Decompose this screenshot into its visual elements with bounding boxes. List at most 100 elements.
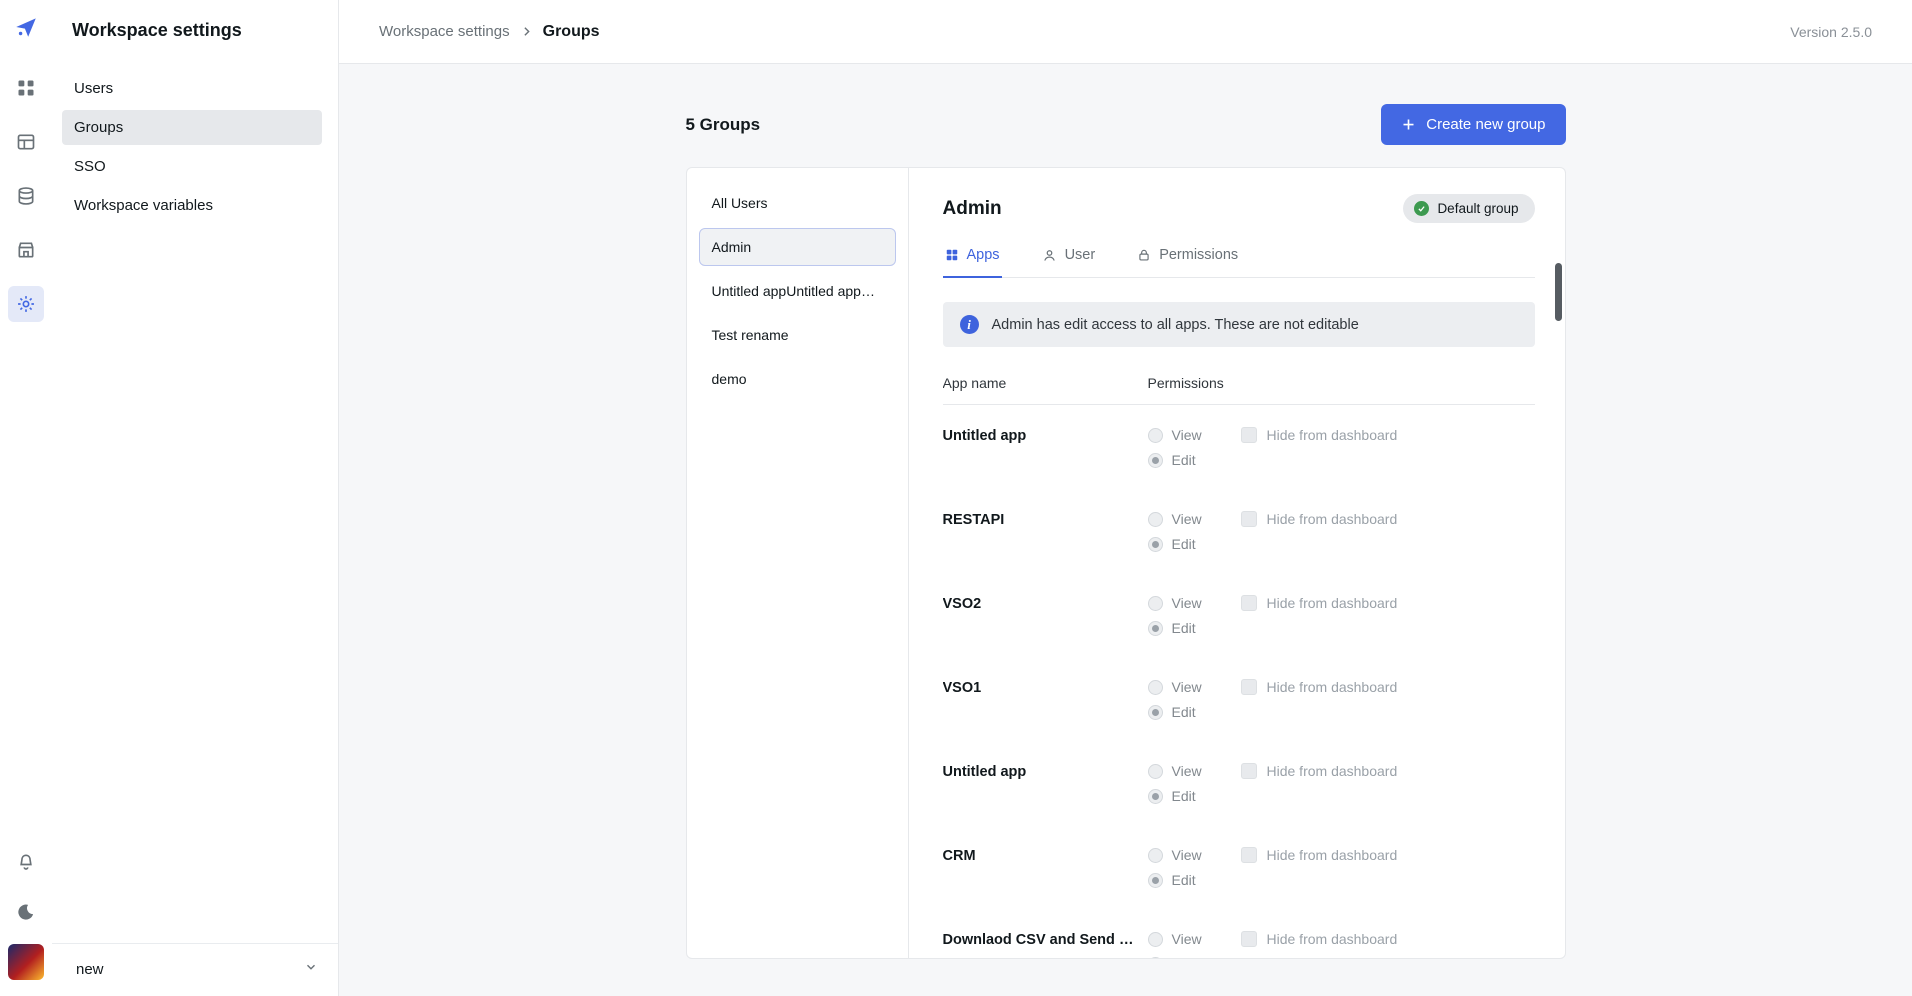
- workspace-name: new: [76, 961, 104, 978]
- view-radio[interactable]: [1148, 680, 1163, 695]
- group-list-item[interactable]: All Users: [699, 184, 896, 222]
- app-name: VSO1: [943, 679, 1148, 696]
- scrollbar-thumb[interactable]: [1555, 263, 1562, 321]
- view-radio[interactable]: [1148, 596, 1163, 611]
- group-list: All Users Admin Untitled appUntitled app…: [687, 168, 909, 958]
- hide-from-dashboard-label: Hide from dashboard: [1267, 595, 1398, 611]
- tab-apps-label: Apps: [967, 247, 1000, 263]
- column-permissions: Permissions: [1148, 375, 1224, 391]
- edit-radio[interactable]: [1148, 453, 1163, 468]
- edit-radio[interactable]: [1148, 957, 1163, 959]
- edit-label: Edit: [1172, 536, 1196, 552]
- group-list-item[interactable]: demo: [699, 360, 896, 398]
- user-avatar[interactable]: [8, 944, 44, 980]
- permissions-cell: View Hide from dashboard: [1148, 595, 1398, 636]
- column-app-name: App name: [943, 375, 1148, 391]
- view-label: View: [1172, 679, 1202, 695]
- version-label: Version 2.5.0: [1790, 24, 1872, 40]
- view-radio[interactable]: [1148, 764, 1163, 779]
- create-group-button[interactable]: Create new group: [1381, 104, 1565, 145]
- group-list-item[interactable]: Test rename: [699, 316, 896, 354]
- tab-permissions[interactable]: Permissions: [1135, 239, 1240, 278]
- sidebar-item[interactable]: SSO: [62, 149, 322, 184]
- breadcrumb-parent[interactable]: Workspace settings: [379, 23, 510, 40]
- app-name: VSO2: [943, 595, 1148, 612]
- sidebar-item[interactable]: Groups: [62, 110, 322, 145]
- view-and-hide-line: View Hide from dashboard: [1148, 931, 1398, 947]
- default-group-badge: Default group: [1403, 194, 1534, 223]
- breadcrumb: Workspace settings Groups: [379, 23, 600, 41]
- table-row: VSO2 View: [943, 573, 1535, 657]
- view-label: View: [1172, 931, 1202, 947]
- hide-from-dashboard-label: Hide from dashboard: [1267, 679, 1398, 695]
- sidebar-item-label: Workspace variables: [74, 197, 213, 214]
- edit-line: Edit: [1148, 620, 1398, 636]
- table-row: Untitled app View: [943, 405, 1535, 489]
- default-group-label: Default group: [1437, 201, 1518, 216]
- hide-from-dashboard-checkbox[interactable]: [1241, 847, 1257, 863]
- hide-from-dashboard-label: Hide from dashboard: [1267, 763, 1398, 779]
- hide-from-dashboard-checkbox[interactable]: [1241, 595, 1257, 611]
- settings-gear-icon[interactable]: [8, 286, 44, 322]
- edit-line: Edit: [1148, 536, 1398, 552]
- view-radio[interactable]: [1148, 848, 1163, 863]
- edit-radio[interactable]: [1148, 789, 1163, 804]
- app-name: Untitled app: [943, 427, 1148, 444]
- marketplace-icon[interactable]: [8, 232, 44, 268]
- edit-radio[interactable]: [1148, 873, 1163, 888]
- app-root: Workspace settings Users Groups SSO: [0, 0, 1912, 996]
- edit-label: Edit: [1172, 452, 1196, 468]
- apps-table-header: App name Permissions: [943, 375, 1535, 405]
- hide-from-dashboard-checkbox[interactable]: [1241, 931, 1257, 947]
- view-radio[interactable]: [1148, 512, 1163, 527]
- group-list-item[interactable]: Untitled appUntitled appUntitle…: [699, 272, 896, 310]
- edit-label: Edit: [1172, 704, 1196, 720]
- chevron-right-icon: [520, 25, 533, 38]
- hide-from-dashboard-checkbox[interactable]: [1241, 427, 1257, 443]
- tab-apps[interactable]: Apps: [943, 239, 1002, 278]
- notifications-bell-icon[interactable]: [8, 844, 44, 880]
- hide-from-dashboard-label: Hide from dashboard: [1267, 511, 1398, 527]
- view-label: View: [1172, 595, 1202, 611]
- info-banner: i Admin has edit access to all apps. The…: [943, 302, 1535, 347]
- permissions-cell: View Hide from dashboard: [1148, 511, 1398, 552]
- plus-icon: [1401, 117, 1416, 132]
- sidebar-item[interactable]: Users: [62, 71, 322, 106]
- database-icon[interactable]: [8, 178, 44, 214]
- sidebar-item-label: Users: [74, 80, 113, 97]
- view-and-hide-line: View Hide from dashboard: [1148, 763, 1398, 779]
- apps-tab-icon: [945, 248, 959, 262]
- workspace-switcher[interactable]: new: [52, 943, 338, 996]
- table-row: VSO1 View: [943, 657, 1535, 741]
- edit-radio[interactable]: [1148, 705, 1163, 720]
- view-label: View: [1172, 427, 1202, 443]
- edit-radio[interactable]: [1148, 621, 1163, 636]
- edit-line: Edit: [1148, 872, 1398, 888]
- view-radio[interactable]: [1148, 932, 1163, 947]
- hide-from-dashboard-checkbox[interactable]: [1241, 511, 1257, 527]
- hide-from-dashboard-checkbox[interactable]: [1241, 763, 1257, 779]
- layout-table-icon[interactable]: [8, 124, 44, 160]
- view-radio[interactable]: [1148, 428, 1163, 443]
- hide-from-dashboard-checkbox[interactable]: [1241, 679, 1257, 695]
- sidebar-item-label: Groups: [74, 119, 123, 136]
- edit-radio[interactable]: [1148, 537, 1163, 552]
- group-list-item-label: Test rename: [712, 327, 789, 343]
- settings-sidebar: Workspace settings Users Groups SSO: [52, 0, 338, 996]
- edit-line: Edit: [1148, 956, 1398, 958]
- view-and-hide-line: View Hide from dashboard: [1148, 679, 1398, 695]
- sidebar-item[interactable]: Workspace variables: [62, 188, 322, 223]
- table-row: Untitled app View: [943, 741, 1535, 825]
- icon-rail: [0, 0, 52, 996]
- apps-grid-icon[interactable]: [8, 70, 44, 106]
- app-logo-icon[interactable]: [11, 12, 41, 42]
- app-name: CRM: [943, 847, 1148, 864]
- hide-from-dashboard-label: Hide from dashboard: [1267, 847, 1398, 863]
- group-list-item[interactable]: Admin: [699, 228, 896, 266]
- dark-mode-moon-icon[interactable]: [8, 894, 44, 930]
- green-check-icon: [1414, 201, 1429, 216]
- group-list-item-label: demo: [712, 371, 747, 387]
- group-title: Admin: [943, 198, 1002, 220]
- group-detail: Admin Default group: [909, 168, 1565, 958]
- tab-user[interactable]: User: [1040, 239, 1098, 278]
